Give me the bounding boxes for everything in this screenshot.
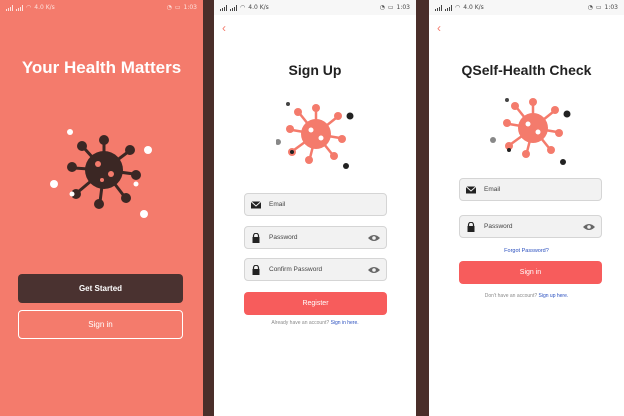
lock-icon <box>252 232 260 243</box>
eye-icon[interactable] <box>583 223 595 231</box>
sign-in-button[interactable]: Sign in <box>459 261 602 284</box>
lock-icon <box>252 264 260 275</box>
virus-icon <box>490 98 571 165</box>
signal-icon <box>16 4 23 11</box>
eye-icon[interactable] <box>368 234 380 242</box>
get-started-button[interactable]: Get Started <box>18 274 183 303</box>
signal-icon <box>230 4 237 11</box>
alarm-icon: ◔ <box>587 4 593 11</box>
alarm-icon: ◔ <box>166 4 172 11</box>
battery-icon: ▭ <box>387 4 394 11</box>
clock: 1:03 <box>604 4 618 11</box>
network-speed: 4.0 K/s <box>248 4 269 11</box>
status-bar: ◠ 4.0 K/s ◔ ▭ 1:03 <box>214 0 416 15</box>
email-field[interactable]: Email <box>459 178 602 201</box>
signin-screen: ◠ 4.0 K/s ◔ ▭ 1:03 ‹ QSelf-Health Check <box>429 0 624 416</box>
battery-icon: ▭ <box>174 4 181 11</box>
signal-icon <box>445 4 452 11</box>
password-label: Password <box>484 223 513 230</box>
alarm-icon: ◔ <box>379 4 385 11</box>
mail-icon <box>251 200 261 208</box>
signup-screen: ◠ 4.0 K/s ◔ ▭ 1:03 ‹ Sign Up Email Passw… <box>214 0 416 416</box>
virus-icon <box>276 102 354 169</box>
confirm-password-field[interactable]: Confirm Password <box>244 258 387 281</box>
password-field[interactable]: Password <box>459 215 602 238</box>
clock: 1:03 <box>396 4 410 11</box>
back-arrow-icon[interactable]: ‹ <box>437 22 441 34</box>
email-label: Email <box>269 201 286 208</box>
password-field[interactable]: Password <box>244 226 387 249</box>
signin-link[interactable]: Sign in here. <box>331 320 359 326</box>
signal-icon <box>6 4 13 11</box>
network-speed: 4.0 K/s <box>34 4 55 11</box>
signup-prompt-text: Don't have an account? <box>484 293 538 299</box>
page-title: Sign Up <box>288 62 342 78</box>
status-bar: ◠ 4.0 K/s ◔ ▭ 1:03 <box>429 0 624 15</box>
wifi-icon: ◠ <box>26 4 32 11</box>
signup-prompt: Don't have an account? Sign up here. <box>429 293 624 299</box>
signin-prompt: Already have an account? Sign in here. <box>214 320 416 326</box>
signup-link[interactable]: Sign up here. <box>539 293 569 299</box>
welcome-screen: ◠ 4.0 K/s ◔ ▭ 1:03 Your Health Matters G… <box>0 0 203 416</box>
back-arrow-icon[interactable]: ‹ <box>222 22 226 34</box>
mail-icon <box>466 185 476 193</box>
eye-icon[interactable] <box>368 266 380 274</box>
battery-icon: ▭ <box>595 4 602 11</box>
password-label: Password <box>269 234 298 241</box>
register-button[interactable]: Register <box>244 292 387 315</box>
email-label: Email <box>484 186 501 193</box>
lock-icon <box>467 221 475 232</box>
status-bar: ◠ 4.0 K/s ◔ ▭ 1:03 <box>0 0 203 15</box>
virus-icon <box>50 129 152 218</box>
sign-in-button[interactable]: Sign in <box>18 310 183 339</box>
wifi-icon: ◠ <box>240 4 246 11</box>
page-title: QSelf-Health Check <box>461 62 592 78</box>
signal-icon <box>220 4 227 11</box>
app-title: Your Health Matters <box>21 58 182 77</box>
email-field[interactable]: Email <box>244 193 387 216</box>
forgot-password-link[interactable]: Forgot Password? <box>429 248 624 254</box>
signin-prompt-text: Already have an account? <box>271 320 330 326</box>
confirm-password-label: Confirm Password <box>269 266 323 273</box>
clock: 1:03 <box>183 4 197 11</box>
wifi-icon: ◠ <box>455 4 461 11</box>
network-speed: 4.0 K/s <box>463 4 484 11</box>
signal-icon <box>435 4 442 11</box>
